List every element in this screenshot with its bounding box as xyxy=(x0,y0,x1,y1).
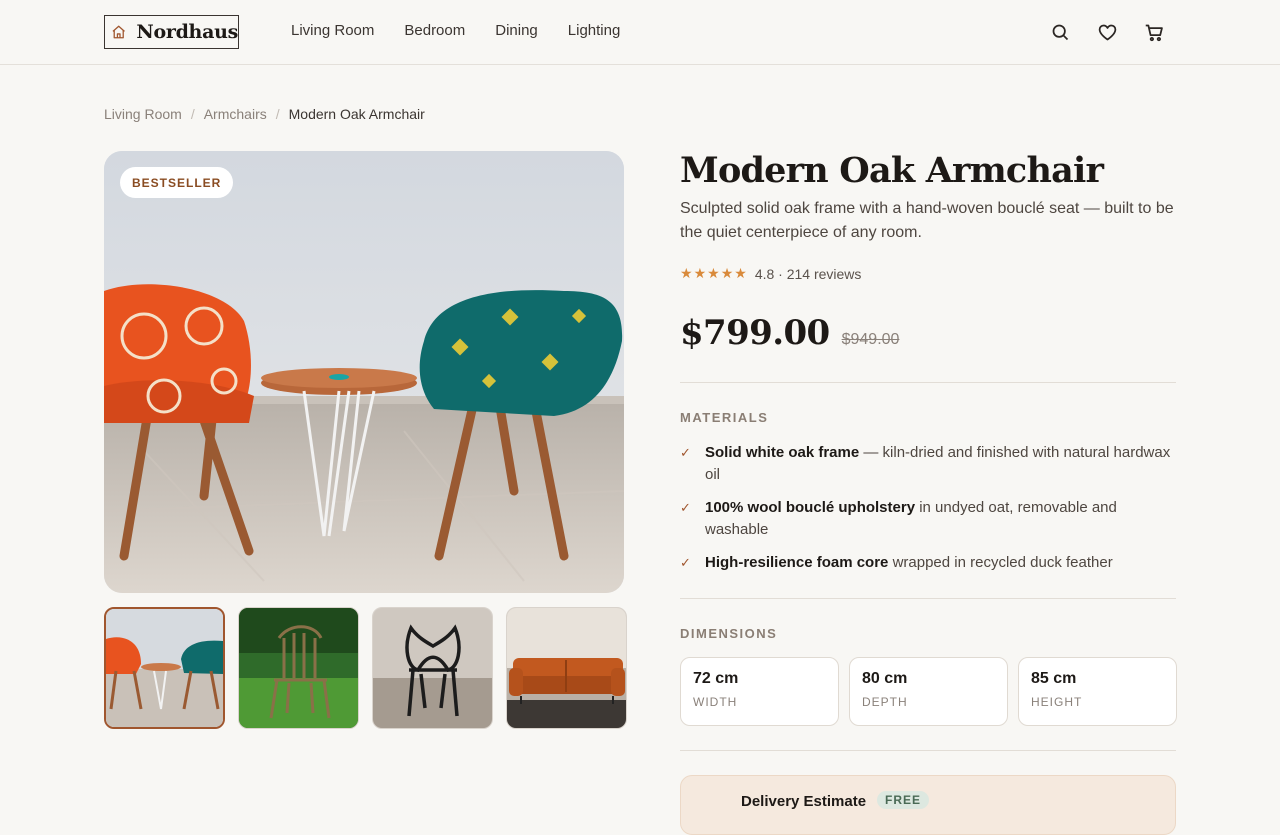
breadcrumb-separator: / xyxy=(275,106,280,122)
dimension-value: 80 cm xyxy=(862,670,908,687)
divider xyxy=(680,750,1176,751)
product-main-image[interactable]: BESTSELLER xyxy=(104,151,624,593)
dimensions-grid: 72 cm WIDTH 80 cm DEPTH 85 cm HEIGHT xyxy=(680,657,1177,726)
armchairs-photo xyxy=(104,151,624,593)
dimensions-label: DIMENSIONS xyxy=(680,626,778,641)
dimension-card: 80 cm DEPTH xyxy=(849,657,1008,726)
star-icon: ★ xyxy=(707,265,720,281)
delivery-estimate-card: Delivery Estimate FREE xyxy=(680,775,1176,835)
rating-text: 4.8 · 214 reviews xyxy=(754,265,862,282)
thumbnail-1[interactable] xyxy=(104,607,225,729)
price-block: $799.00 $949.00 xyxy=(680,313,899,353)
breadcrumb: Living Room / Armchairs / Modern Oak Arm… xyxy=(104,106,425,122)
brand-name: Nordhaus xyxy=(136,21,238,43)
list-item: ✓ Solid white oak frame — kiln-dried and… xyxy=(680,442,1176,486)
star-icon: ★ xyxy=(693,265,707,281)
star-icon: ★ xyxy=(680,265,693,281)
thumbnail-strip xyxy=(104,607,627,729)
list-item: ✓ High-resilience foam core wrapped in r… xyxy=(680,552,1176,574)
house-icon xyxy=(112,25,125,39)
nav-bedroom[interactable]: Bedroom xyxy=(404,22,465,39)
divider xyxy=(680,598,1176,599)
nav-living-room[interactable]: Living Room xyxy=(291,22,374,39)
material-name: 100% wool bouclé upholstery xyxy=(705,499,916,516)
dimension-label: HEIGHT xyxy=(1031,695,1083,709)
current-price: $799.00 xyxy=(680,313,830,353)
product-rating[interactable]: ★ ★ ★ ★ ★ 4.8 · 214 reviews xyxy=(680,265,861,282)
thumbnail-3[interactable] xyxy=(372,607,493,729)
dimension-label: DEPTH xyxy=(862,695,908,709)
dimension-value: 72 cm xyxy=(693,670,739,687)
site-header: Nordhaus Living Room Bedroom Dining Ligh… xyxy=(0,0,1280,65)
dimension-card: 72 cm WIDTH xyxy=(680,657,839,726)
dimension-card: 85 cm HEIGHT xyxy=(1018,657,1177,726)
delivery-title: Delivery Estimate xyxy=(741,793,867,810)
breadcrumb-current: Modern Oak Armchair xyxy=(288,106,425,122)
list-item: ✓ 100% wool bouclé upholstery in undyed … xyxy=(680,497,1176,541)
breadcrumb-armchairs[interactable]: Armchairs xyxy=(204,106,267,122)
breadcrumb-separator: / xyxy=(190,106,195,122)
free-badge: FREE xyxy=(877,791,930,809)
star-rating: ★ ★ ★ ★ ★ xyxy=(680,265,747,282)
materials-list: ✓ Solid white oak frame — kiln-dried and… xyxy=(680,442,1176,585)
dimension-label: WIDTH xyxy=(693,695,738,709)
product-description: Sculpted solid oak frame with a hand-wov… xyxy=(680,200,1174,241)
material-name: High-resilience foam core xyxy=(705,554,889,571)
brand-logo[interactable]: Nordhaus xyxy=(104,15,239,49)
divider xyxy=(680,382,1176,383)
thumbnail-4[interactable] xyxy=(506,607,627,729)
thumbnail-2[interactable] xyxy=(238,607,359,729)
materials-label: MATERIALS xyxy=(680,410,769,425)
bestseller-badge: BESTSELLER xyxy=(120,167,234,198)
main-nav: Living Room Bedroom Dining Lighting xyxy=(291,22,620,39)
header-actions xyxy=(1050,22,1165,43)
heart-icon[interactable] xyxy=(1097,22,1118,43)
cart-icon[interactable] xyxy=(1144,22,1165,43)
check-icon: ✓ xyxy=(680,445,691,460)
nav-lighting[interactable]: Lighting xyxy=(568,22,621,39)
star-icon: ★ xyxy=(720,265,734,281)
star-icon: ★ xyxy=(734,265,747,281)
dimension-value: 85 cm xyxy=(1031,670,1077,687)
nav-dining[interactable]: Dining xyxy=(495,22,538,39)
check-icon: ✓ xyxy=(680,500,691,515)
search-icon[interactable] xyxy=(1050,22,1071,43)
product-title: Modern Oak Armchair xyxy=(680,150,1104,191)
original-price: $949.00 xyxy=(841,331,900,348)
material-detail: wrapped in recycled duck feather xyxy=(888,554,1113,571)
breadcrumb-living-room[interactable]: Living Room xyxy=(104,106,182,122)
material-name: Solid white oak frame xyxy=(705,444,860,461)
check-icon: ✓ xyxy=(680,555,691,570)
